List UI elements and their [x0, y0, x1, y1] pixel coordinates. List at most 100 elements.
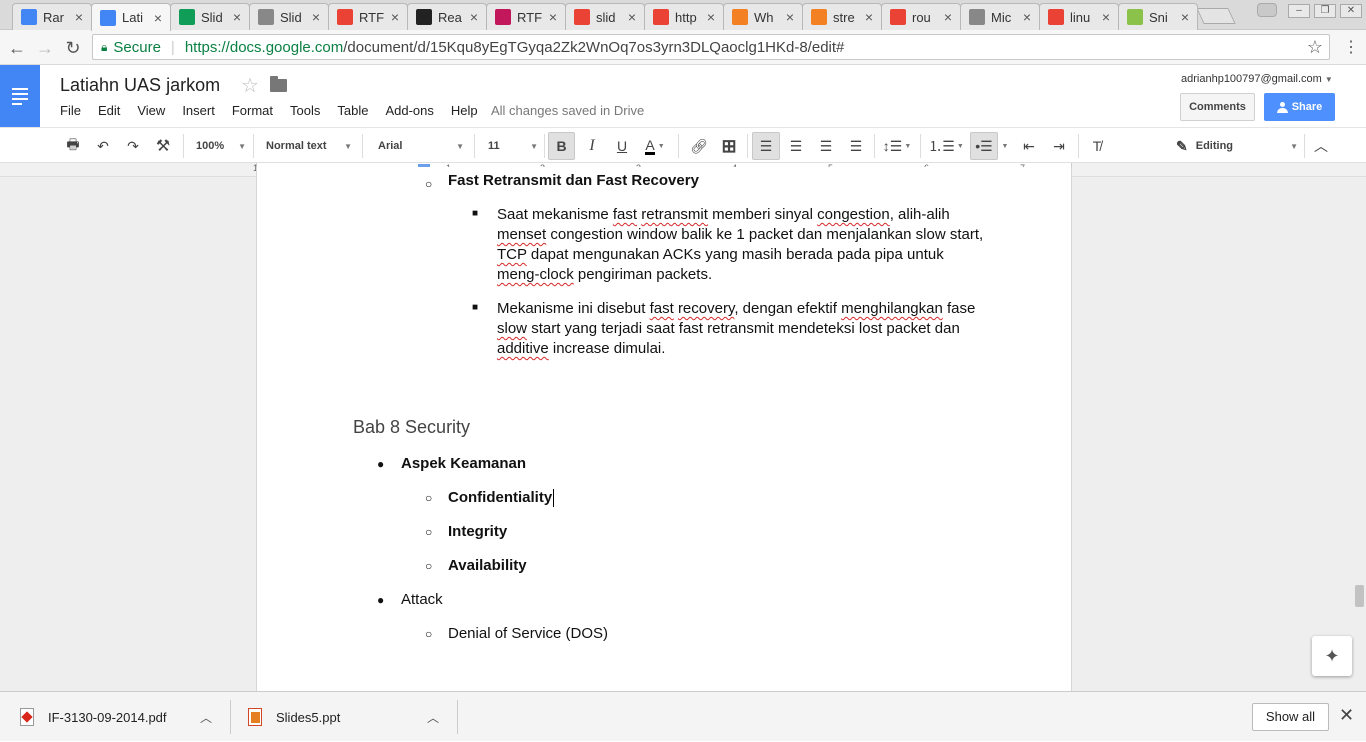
docs-home-icon[interactable]: [0, 65, 40, 127]
url-field[interactable]: 🔒︎ Secure | https://docs.google.com/docu…: [92, 34, 1330, 60]
list-item-confidentiality[interactable]: Confidentiality: [448, 488, 555, 508]
close-tab-icon[interactable]: ×: [229, 9, 245, 25]
browser-tab[interactable]: Slid ×: [170, 3, 250, 30]
close-tab-icon[interactable]: ×: [150, 10, 166, 26]
menu-help[interactable]: Help: [451, 103, 478, 118]
browser-tab[interactable]: Rar ×: [12, 3, 92, 30]
reload-icon[interactable]: ↻: [62, 37, 84, 59]
section-heading[interactable]: Bab 8 Security: [353, 417, 470, 438]
insert-comment-icon[interactable]: ⊞: [716, 132, 742, 160]
star-document-icon[interactable]: ☆: [241, 73, 259, 98]
browser-tab[interactable]: Wh ×: [723, 3, 803, 30]
close-tab-icon[interactable]: ×: [940, 9, 956, 25]
list-item-dos[interactable]: Denial of Service (DOS): [448, 624, 608, 644]
editing-mode-select[interactable]: ✎ Editing ▼: [1176, 132, 1298, 160]
collapse-menus-icon[interactable]: ︿: [1310, 132, 1332, 160]
list-item-availability[interactable]: Availability: [448, 556, 527, 576]
align-left-icon[interactable]: ☰: [752, 132, 780, 160]
numbered-list-icon[interactable]: ⒈☰ ▼: [926, 132, 966, 160]
browser-tab[interactable]: slid ×: [565, 3, 645, 30]
browser-tab[interactable]: stre ×: [802, 3, 882, 30]
close-window-button[interactable]: ✕: [1340, 4, 1362, 18]
line-spacing-icon[interactable]: ↕☰ ▼: [880, 132, 914, 160]
align-center-icon[interactable]: ☰: [783, 132, 809, 160]
account-email[interactable]: adrianhp100797@gmail.com ▼: [1181, 73, 1333, 85]
bulleted-list-icon[interactable]: •☰: [970, 132, 998, 160]
browser-tab[interactable]: http ×: [644, 3, 724, 30]
download-item-ppt[interactable]: Slides5.ppt: [248, 692, 340, 742]
paragraph-style-select[interactable]: Normal text ▼: [262, 132, 352, 160]
font-size-select[interactable]: 11 ▼: [482, 132, 538, 160]
browser-tab[interactable]: linu ×: [1039, 3, 1119, 30]
browser-tab[interactable]: RTF ×: [328, 3, 408, 30]
menu-tools[interactable]: Tools: [290, 103, 320, 118]
explore-button[interactable]: ✦: [1312, 636, 1352, 676]
bookmark-star-icon[interactable]: ☆: [1307, 37, 1323, 58]
paint-format-icon[interactable]: ⚒︎: [150, 132, 176, 160]
minimize-button[interactable]: –: [1288, 4, 1310, 18]
browser-tab[interactable]: Slid ×: [249, 3, 329, 30]
browser-tab[interactable]: Sni ×: [1118, 3, 1198, 30]
italic-button[interactable]: I: [579, 132, 605, 160]
bold-button[interactable]: B: [548, 132, 575, 160]
menu-view[interactable]: View: [137, 103, 165, 118]
download-item-pdf[interactable]: IF-3130-09-2014.pdf: [20, 692, 167, 742]
text-color-button[interactable]: A ▼: [638, 132, 672, 160]
close-tab-icon[interactable]: ×: [387, 9, 403, 25]
chevron-up-icon[interactable]: ︿: [427, 709, 439, 726]
comments-button[interactable]: Comments: [1180, 93, 1255, 121]
close-tab-icon[interactable]: ×: [861, 9, 877, 25]
zoom-select[interactable]: 100% ▼: [190, 132, 246, 160]
share-button[interactable]: Share: [1264, 93, 1335, 121]
underline-button[interactable]: U: [609, 132, 635, 160]
bullet-options-chevron-icon[interactable]: ▼: [998, 132, 1012, 160]
close-tab-icon[interactable]: ×: [1177, 9, 1193, 25]
print-icon[interactable]: 🖶︎: [60, 132, 86, 160]
close-tab-icon[interactable]: ×: [545, 9, 561, 25]
move-to-folder-icon[interactable]: [270, 76, 287, 92]
save-status[interactable]: All changes saved in Drive: [491, 103, 644, 118]
back-icon[interactable]: ←: [6, 37, 28, 59]
menu-format[interactable]: Format: [232, 103, 273, 118]
menu-table[interactable]: Table: [337, 103, 368, 118]
list-item-aspek-keamanan[interactable]: Aspek Keamanan: [401, 454, 526, 474]
browser-tab[interactable]: RTF ×: [486, 3, 566, 30]
subheading-fast-recovery[interactable]: Fast Retransmit dan Fast Recovery: [448, 171, 699, 191]
close-icon[interactable]: ✕: [1339, 705, 1354, 726]
clear-formatting-icon[interactable]: T̸: [1084, 132, 1110, 160]
document-title[interactable]: Latiahn UAS jarkom: [60, 75, 220, 96]
close-tab-icon[interactable]: ×: [71, 9, 87, 25]
menu-edit[interactable]: Edit: [98, 103, 120, 118]
redo-icon[interactable]: ↷: [120, 132, 146, 160]
chevron-up-icon[interactable]: ︿: [200, 709, 212, 726]
show-all-button[interactable]: Show all: [1252, 703, 1329, 731]
browser-tab[interactable]: rou ×: [881, 3, 961, 30]
forward-icon[interactable]: →: [34, 37, 56, 59]
increase-indent-icon[interactable]: ⇥: [1046, 132, 1072, 160]
close-tab-icon[interactable]: ×: [1098, 9, 1114, 25]
profile-icon[interactable]: [1257, 3, 1277, 17]
justify-icon[interactable]: ☰: [843, 132, 869, 160]
browser-tab[interactable]: Rea ×: [407, 3, 487, 30]
scrollbar-thumb[interactable]: [1355, 585, 1364, 607]
list-item-attack[interactable]: Attack: [401, 590, 443, 610]
decrease-indent-icon[interactable]: ⇤: [1016, 132, 1042, 160]
new-tab-button[interactable]: [1196, 8, 1236, 24]
close-tab-icon[interactable]: ×: [1019, 9, 1035, 25]
maximize-button[interactable]: ❐: [1314, 4, 1336, 18]
close-tab-icon[interactable]: ×: [703, 9, 719, 25]
close-tab-icon[interactable]: ×: [308, 9, 324, 25]
menu-addons[interactable]: Add-ons: [385, 103, 433, 118]
browser-tab[interactable]: Lati ×: [91, 3, 171, 31]
font-select[interactable]: Arial ▼: [370, 132, 464, 160]
document-page[interactable]: ○ Fast Retransmit dan Fast Recovery ■ Sa…: [256, 167, 1072, 691]
browser-tab[interactable]: Mic ×: [960, 3, 1040, 30]
list-item-integrity[interactable]: Integrity: [448, 522, 507, 542]
browser-menu-icon[interactable]: ⋮: [1343, 37, 1359, 57]
close-tab-icon[interactable]: ×: [782, 9, 798, 25]
close-tab-icon[interactable]: ×: [624, 9, 640, 25]
menu-insert[interactable]: Insert: [182, 103, 215, 118]
insert-link-icon[interactable]: 🔗︎: [686, 132, 712, 160]
align-right-icon[interactable]: ☰: [813, 132, 839, 160]
undo-icon[interactable]: ↶: [90, 132, 116, 160]
